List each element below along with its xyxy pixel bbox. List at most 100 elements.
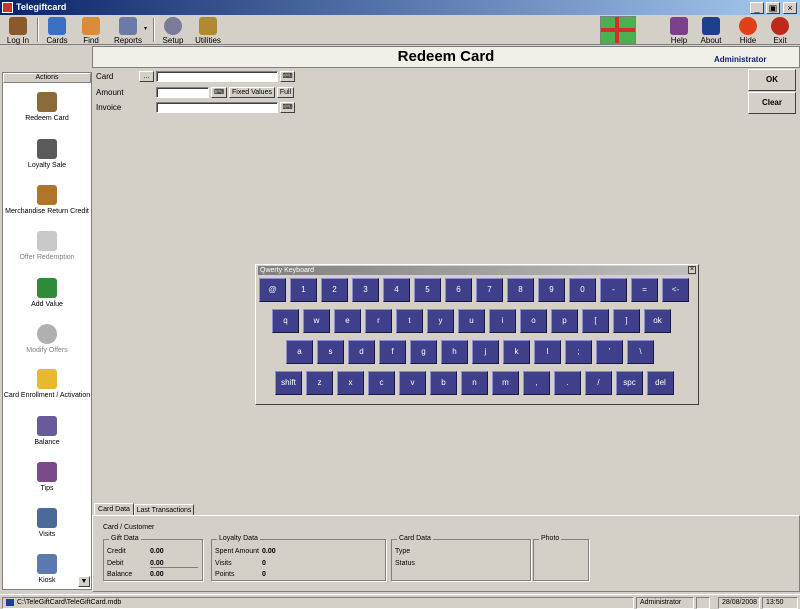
amount-keypad-button[interactable]: ⌨ [211,87,227,98]
sidebar-item-balance[interactable]: Balance [3,416,91,447]
sidebar-item-visits[interactable]: Visits [3,508,91,539]
keyboard-key[interactable]: 1 [290,278,317,302]
keyboard-key[interactable]: z [306,371,333,395]
card-swipe-button[interactable]: ⌨ [280,71,295,82]
clear-button[interactable]: Clear [748,92,796,114]
keyboard-key[interactable]: u [458,309,485,333]
balance-label: Balance [107,571,133,578]
keyboard-key[interactable]: l [534,340,561,364]
keyboard-key[interactable]: j [472,340,499,364]
keyboard-key[interactable]: n [461,371,488,395]
invoice-keypad-button[interactable]: ⌨ [280,102,295,113]
keyboard-key[interactable]: a [286,340,313,364]
hide-button[interactable]: Hide [734,15,762,45]
card-input[interactable] [156,71,278,82]
cards-button[interactable]: Cards [40,15,74,45]
keyboard-key[interactable]: . [554,371,581,395]
card-browse-button[interactable]: ... [139,71,154,82]
keyboard-key[interactable]: d [348,340,375,364]
restore-button[interactable]: ▣ [766,2,780,14]
amount-input[interactable] [156,87,209,98]
keyboard-key[interactable]: 3 [352,278,379,302]
keyboard-key[interactable]: b [430,371,457,395]
keyboard-key[interactable]: o [520,309,547,333]
keyboard-key[interactable]: - [600,278,627,302]
find-button[interactable]: Find [76,15,106,45]
keyboard-key[interactable]: h [441,340,468,364]
sidebar-item-merchandise-return[interactable]: Merchandise Return Credit [3,185,91,216]
gear-icon [164,17,182,35]
keyboard-key[interactable]: k [503,340,530,364]
keyboard-close-button[interactable]: × [688,266,696,274]
invoice-input[interactable] [156,102,278,113]
keyboard-key[interactable]: ' [596,340,623,364]
hide-icon [739,17,757,35]
credit-label: Credit [107,548,126,555]
about-icon [702,17,720,35]
keyboard-key[interactable]: 9 [538,278,565,302]
keyboard-key[interactable]: 4 [383,278,410,302]
spent-amount-label: Spent Amount [215,548,259,555]
full-button[interactable]: Full [277,87,294,98]
keyboard-key[interactable]: c [368,371,395,395]
keyboard-key[interactable]: w [303,309,330,333]
keyboard-key[interactable]: i [489,309,516,333]
reports-button[interactable]: Reports [108,15,148,45]
sidebar-item-loyalty-sale[interactable]: Loyalty Sale [3,139,91,170]
keyboard-key[interactable]: x [337,371,364,395]
sidebar-item-modify-offers[interactable]: Modify Offers [3,324,91,355]
keyboard-key[interactable]: , [523,371,550,395]
keyboard-key[interactable]: 8 [507,278,534,302]
keyboard-key[interactable]: p [551,309,578,333]
keyboard-key[interactable]: shift [275,371,302,395]
keyboard-key[interactable]: @ [259,278,286,302]
reports-dropdown-icon[interactable]: ▾ [144,25,147,32]
keyboard-key[interactable]: y [427,309,454,333]
keyboard-key[interactable]: \ [627,340,654,364]
sidebar-item-add-value[interactable]: Add Value [3,278,91,309]
keyboard-key[interactable]: / [585,371,612,395]
sidebar-item-offer-redemption[interactable]: Offer Redemption [3,231,91,262]
keyboard-key[interactable]: spc [616,371,643,395]
keyboard-key[interactable]: g [410,340,437,364]
keyboard-key[interactable]: m [492,371,519,395]
help-button[interactable]: Help [666,15,692,45]
keyboard-key[interactable]: 2 [321,278,348,302]
ok-button[interactable]: OK [748,69,796,91]
keyboard-key[interactable]: ; [565,340,592,364]
close-button[interactable]: × [783,2,797,14]
status-empty [696,597,710,609]
fixed-values-button[interactable]: Fixed Values [229,87,275,98]
keyboard-key[interactable]: [ [582,309,609,333]
scroll-down-icon[interactable]: ▼ [78,576,90,587]
keyboard-key[interactable]: = [631,278,658,302]
exit-icon [771,17,789,35]
keyboard-key[interactable]: q [272,309,299,333]
exit-button[interactable]: Exit [766,15,794,45]
sidebar-item-redeem-card[interactable]: Redeem Card [3,92,91,123]
about-button[interactable]: About [696,15,726,45]
setup-button[interactable]: Setup [158,15,188,45]
utilities-button[interactable]: Utilities [192,15,224,45]
keyboard-key[interactable]: del [647,371,674,395]
keyboard-key[interactable]: ok [644,309,671,333]
sidebar-item-tips[interactable]: Tips [3,462,91,493]
keyboard-key[interactable]: t [396,309,423,333]
keyboard-key[interactable]: s [317,340,344,364]
keyboard-key[interactable]: r [365,309,392,333]
minimize-button[interactable]: _ [750,2,764,14]
qwerty-keyboard-window: Qwerty Keyboard × @1 2 3 4 5 6 7 8 9 0- = <- q w e r t y u… [255,264,699,405]
keyboard-key[interactable]: f [379,340,406,364]
login-button[interactable]: Log In [2,15,34,45]
find-icon [82,17,100,35]
keyboard-key[interactable]: 5 [414,278,441,302]
keyboard-key[interactable]: <- [662,278,689,302]
keyboard-key[interactable]: 0 [569,278,596,302]
keyboard-key[interactable]: 6 [445,278,472,302]
gift-data-group: Gift Data Credit 0.00 Debit 0.00 Balance… [103,535,203,581]
keyboard-key[interactable]: ] [613,309,640,333]
keyboard-key[interactable]: e [334,309,361,333]
sidebar-item-card-enrollment[interactable]: Card Enrollment / Activation [3,369,91,400]
keyboard-key[interactable]: v [399,371,426,395]
keyboard-key[interactable]: 7 [476,278,503,302]
